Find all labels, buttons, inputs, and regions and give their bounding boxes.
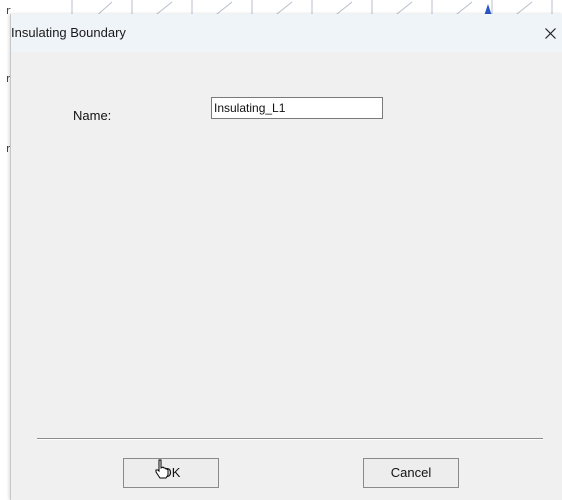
- dialog-title: Insulating Boundary: [11, 25, 126, 40]
- ok-button[interactable]: OK: [123, 458, 219, 488]
- name-label: Name:: [73, 108, 112, 123]
- dialog-title-bar[interactable]: Insulating Boundary: [11, 14, 562, 52]
- hand-pointer-cursor-icon: [155, 459, 169, 479]
- name-input[interactable]: [211, 97, 383, 119]
- close-icon: [544, 28, 556, 39]
- cancel-button[interactable]: Cancel: [363, 458, 459, 488]
- separator-line: [37, 438, 543, 440]
- insulating-boundary-dialog: Insulating Boundary Name: OK Cancel: [10, 14, 562, 500]
- close-button[interactable]: [537, 18, 562, 48]
